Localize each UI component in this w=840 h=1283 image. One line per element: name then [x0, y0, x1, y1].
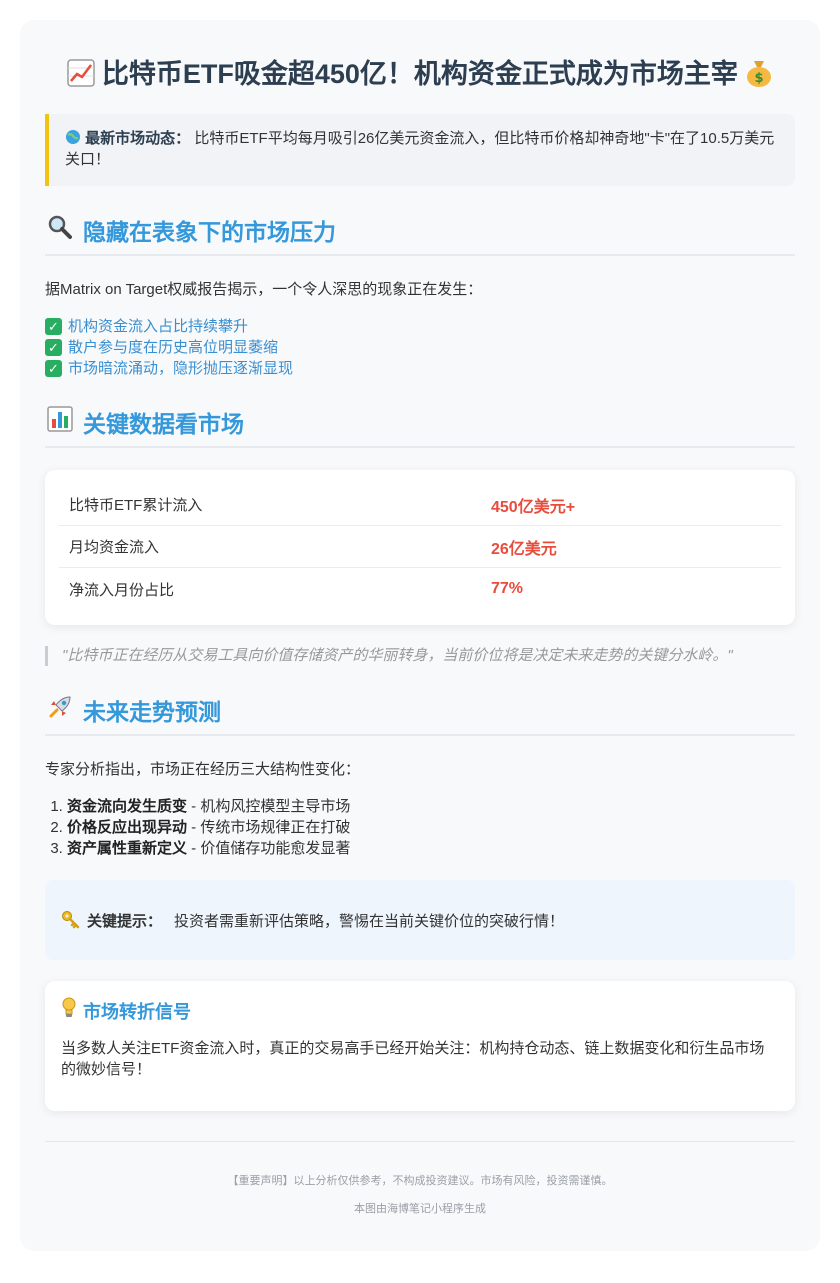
key-tip-box: 关键提示： 投资者需重新评估策略，警惕在当前关键价位的突破行情！ [45, 880, 795, 960]
table-row: 净流入月份占比 77% [59, 568, 781, 610]
pressure-list: ✓ 机构资金流入占比持续攀升 ✓ 散户参与度在历史高位明显萎缩 ✓ 市场暗流涌动… [45, 316, 795, 379]
list-item-bold: 资金流向发生质变 [67, 798, 188, 815]
list-item-bold: 资产属性重新定义 [67, 840, 188, 857]
section-heading-text: 隐藏在表象下的市场压力 [83, 219, 336, 245]
globe-icon [65, 130, 85, 147]
signal-body: 当多数人关注ETF资金流入时，真正的交易高手已经开始关注：机构持仓动态、链上数据… [61, 1040, 765, 1078]
check-mark-icon: ✓ [45, 339, 62, 356]
list-item: 资金流向发生质变 - 机构风控模型主导市场 [67, 796, 795, 817]
money-bag-icon: $ [745, 59, 773, 89]
light-bulb-icon [61, 997, 77, 1024]
tip-label: 关键提示： [87, 912, 163, 930]
rocket-icon [45, 693, 75, 728]
tip-text: 投资者需重新评估策略，警惕在当前关键价位的突破行情！ [174, 912, 565, 930]
list-item: ✓ 机构资金流入占比持续攀升 [45, 316, 795, 337]
table-cell-label: 月均资金流入 [69, 539, 160, 556]
check-mark-icon: ✓ [45, 318, 62, 335]
table-cell-value: 26亿美元 [491, 540, 557, 558]
section-heading-text: 未来走势预测 [83, 699, 221, 725]
section-heading-market-pressure: 隐藏在表象下的市场压力 [45, 212, 795, 256]
list-item-text: - 价值储存功能愈发显著 [187, 840, 351, 857]
list-item: ✓ 散户参与度在历史高位明显萎缩 [45, 337, 795, 358]
news-label: 最新市场动态： [85, 130, 191, 147]
table-row: 月均资金流入 26亿美元 [59, 526, 781, 568]
signal-title: 市场转折信号 [61, 997, 779, 1024]
list-item: 资产属性重新定义 - 价值储存功能愈发显著 [67, 838, 795, 859]
list-item: 价格反应出现异动 - 传统市场规律正在打破 [67, 817, 795, 838]
list-item-text: 散户参与度在历史高位明显萎缩 [68, 339, 279, 356]
list-item-bold: 价格反应出现异动 [67, 819, 188, 836]
table-cell-label: 净流入月份占比 [69, 581, 175, 599]
bar-chart-icon [45, 405, 75, 439]
section-heading-text: 关键数据看市场 [83, 411, 244, 437]
list-item-text: - 机构风控模型主导市场 [187, 798, 351, 815]
page-title-text: 比特币ETF吸金超450亿！机构资金正式成为市场主宰 [101, 59, 738, 89]
page-title: 比特币ETF吸金超450亿！机构资金正式成为市场主宰 $ [20, 52, 820, 91]
credit-text: 本图由海博笔记小程序生成 [354, 1203, 486, 1215]
key-icon [61, 910, 81, 931]
chart-increasing-icon [66, 59, 102, 89]
check-mark-icon: ✓ [45, 360, 62, 377]
section-heading-key-data: 关键数据看市场 [45, 404, 795, 448]
list-item-text: - 传统市场规律正在打破 [187, 819, 351, 836]
footer-divider [45, 1141, 795, 1142]
key-data-table: 比特币ETF累计流入 450亿美元+ 月均资金流入 26亿美元 净流入月份占比 … [45, 470, 795, 625]
list-item: ✓ 市场暗流涌动，隐形抛压逐渐显现 [45, 358, 795, 379]
list-item-text: 市场暗流涌动，隐形抛压逐渐显现 [68, 360, 294, 377]
signal-title-text: 市场转折信号 [83, 1001, 191, 1022]
table-cell-value: 77% [491, 580, 524, 597]
table-cell-value: 450亿美元+ [491, 498, 576, 516]
magnifier-icon [45, 214, 75, 247]
news-banner: 最新市场动态： 比特币ETF平均每月吸引26亿美元资金流入，但比特币价格却神奇地… [45, 114, 795, 186]
section-heading-future-trend: 未来走势预测 [45, 692, 795, 736]
table-cell-label: 比特币ETF累计流入 [69, 497, 203, 514]
section3-intro: 专家分析指出，市场正在经历三大结构性变化： [45, 761, 361, 778]
market-signal-card: 市场转折信号 当多数人关注ETF资金流入时，真正的交易高手已经开始关注：机构持仓… [45, 981, 795, 1111]
svg-text:$: $ [755, 71, 764, 86]
disclaimer-text: 【重要声明】以上分析仅供参考，不构成投资建议。市场有风险，投资需谨慎。 [227, 1175, 613, 1187]
table-row: 比特币ETF累计流入 450亿美元+ [59, 484, 781, 526]
trend-list: 资金流向发生质变 - 机构风控模型主导市场 价格反应出现异动 - 传统市场规律正… [45, 796, 795, 859]
expert-quote: "比特币正在经历从交易工具向价值存储资产的华丽转身，当前价位将是决定未来走势的关… [45, 646, 795, 666]
section1-intro: 据Matrix on Target权威报告揭示，一个令人深思的现象正在发生： [45, 281, 483, 298]
list-item-text: 机构资金流入占比持续攀升 [68, 318, 249, 335]
